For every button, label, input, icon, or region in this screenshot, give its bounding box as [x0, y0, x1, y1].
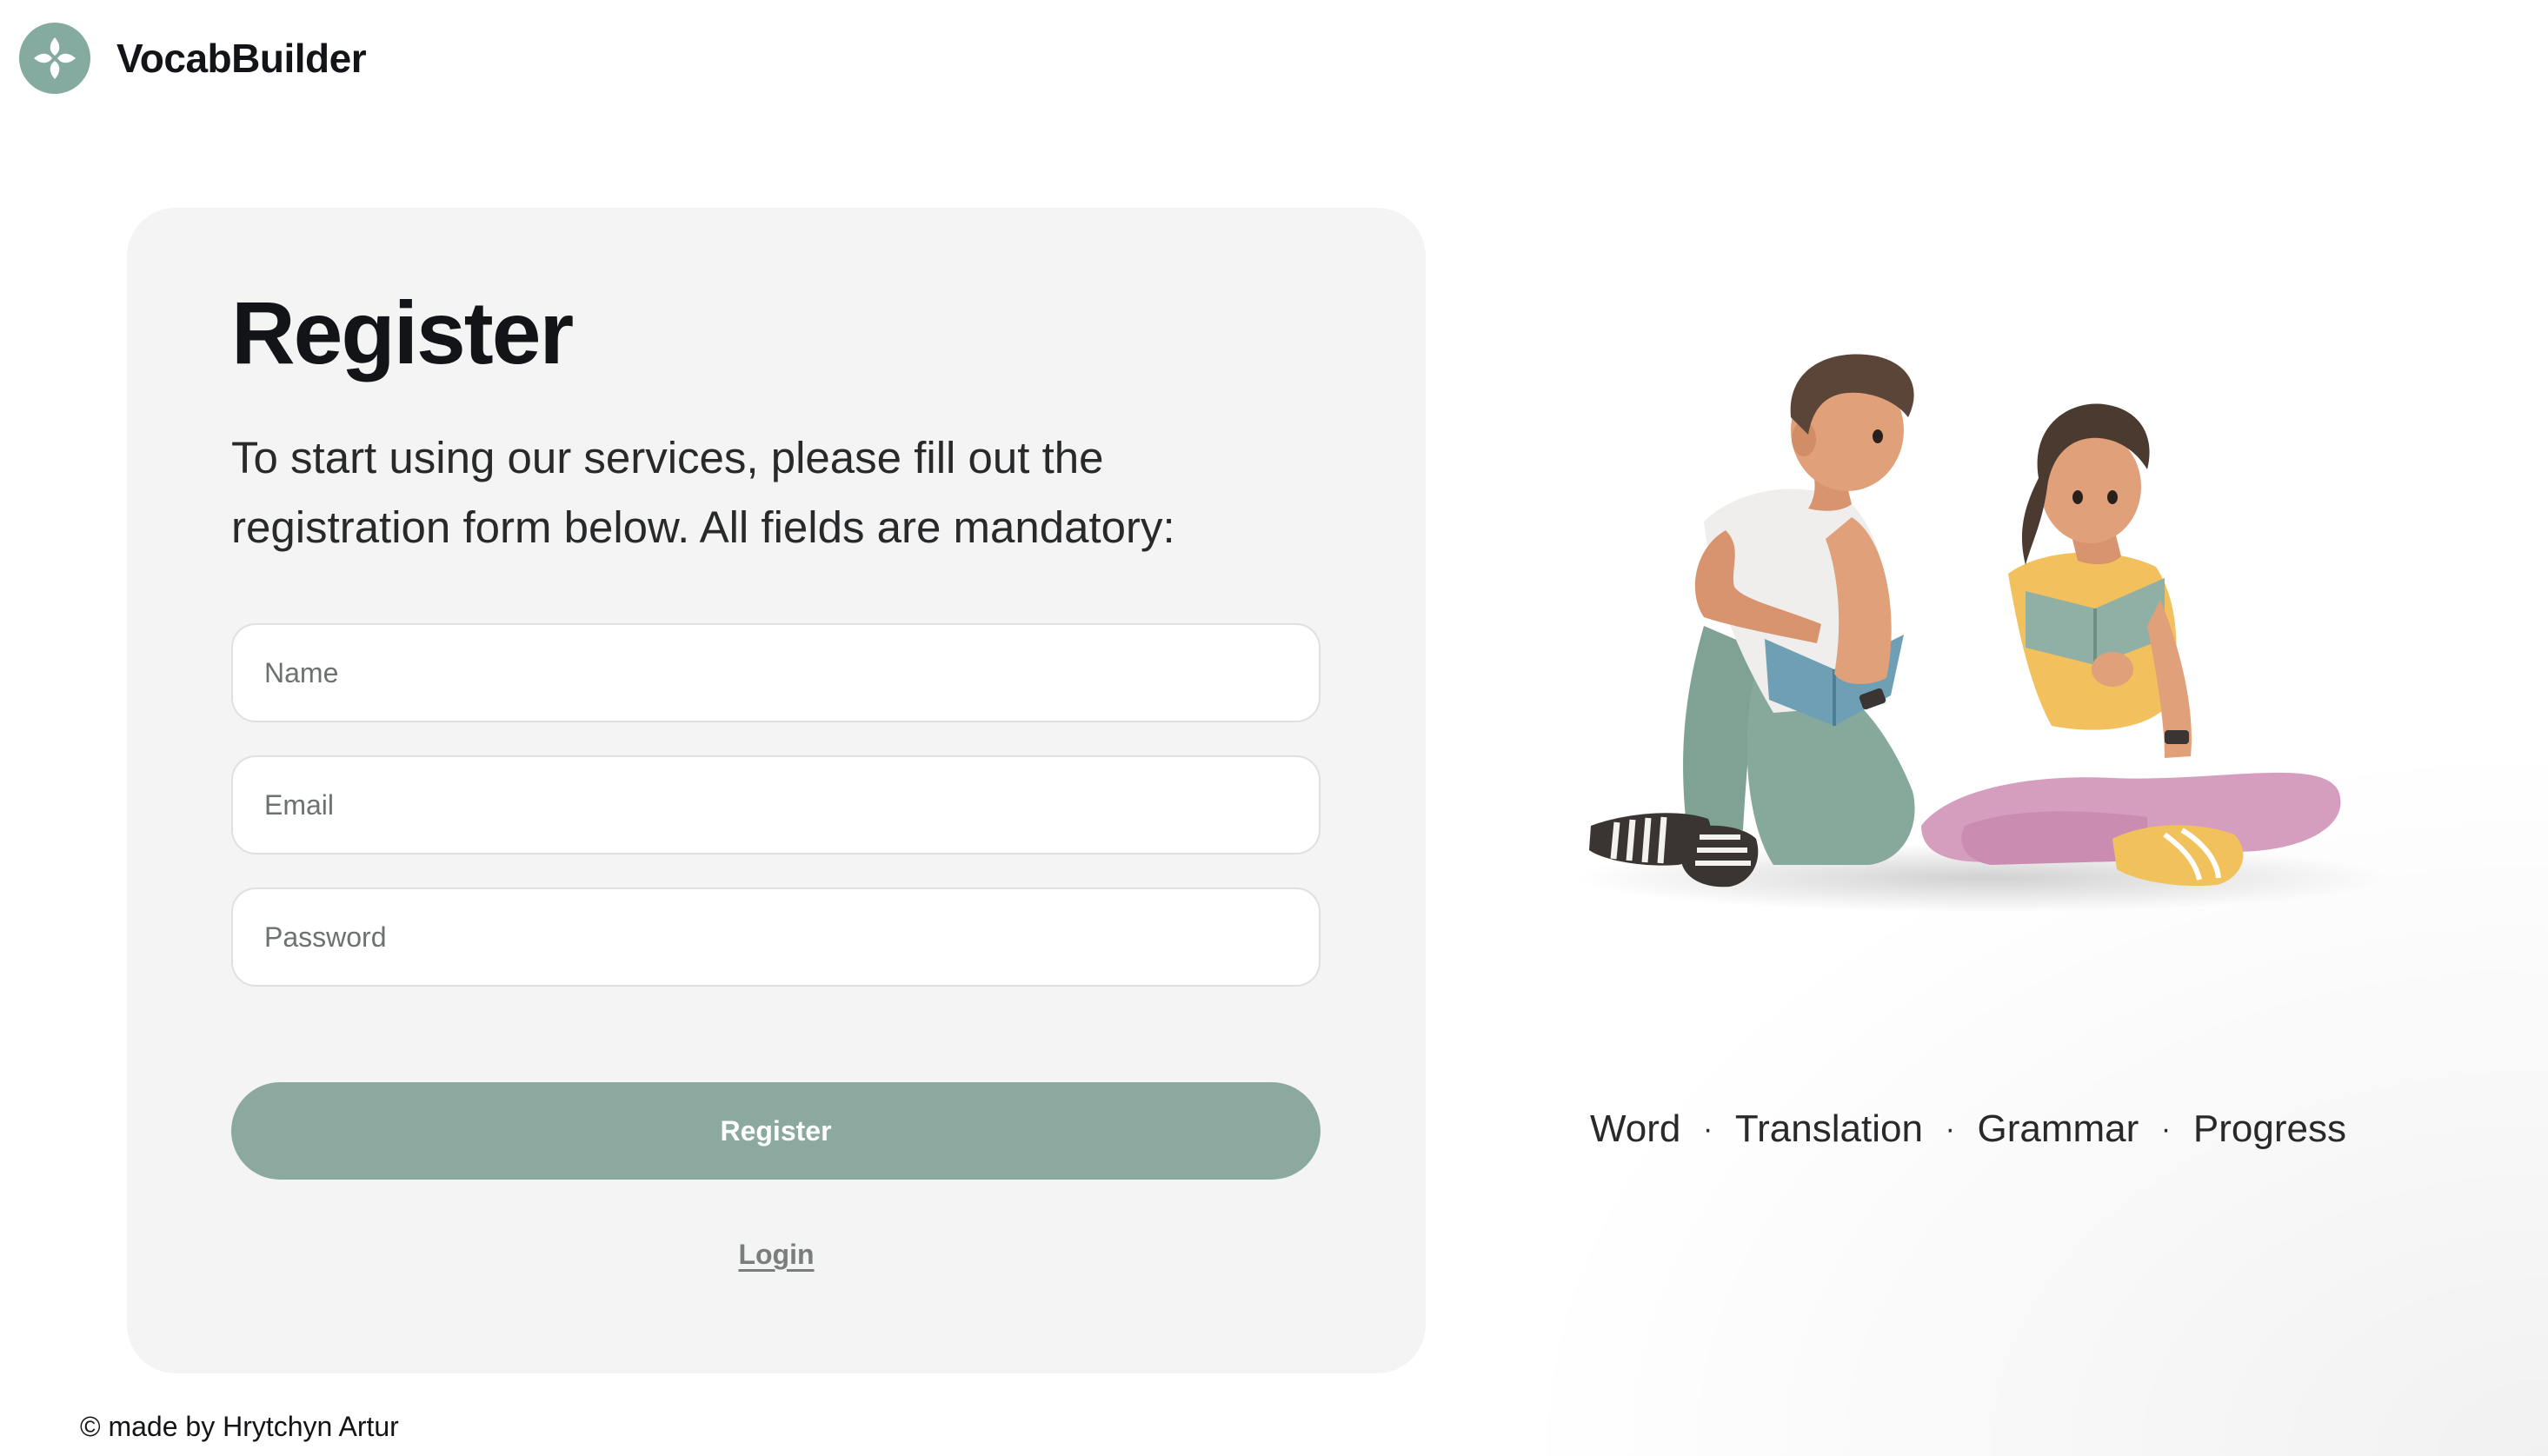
feature-separator: · — [2160, 1112, 2172, 1146]
girl-figure — [1921, 403, 2341, 887]
footer-credit: © made by Hrytchyn Artur — [80, 1411, 399, 1442]
boy-figure — [1589, 354, 1915, 888]
features-list: Word · Translation · Grammar · Progress — [1590, 1107, 2346, 1151]
feature-separator: · — [1702, 1112, 1713, 1146]
feature-separator: · — [1945, 1112, 1955, 1146]
two-people-reading-books-illustration — [1573, 354, 2391, 913]
form-description: To start using our services, please fill… — [231, 433, 1175, 552]
feature-translation: Translation — [1734, 1107, 1923, 1150]
name-input[interactable] — [231, 623, 1321, 722]
app-name[interactable]: VocabBuilder — [116, 35, 367, 82]
register-button[interactable]: Register — [231, 1082, 1321, 1180]
password-input[interactable] — [231, 888, 1321, 987]
login-link: Login — [127, 1239, 1426, 1271]
four-petal-logo-icon[interactable] — [19, 23, 90, 94]
email-input[interactable] — [231, 755, 1321, 854]
feature-grammar: Grammar — [1977, 1107, 2139, 1150]
feature-word: Word — [1590, 1107, 1681, 1150]
login-link-text[interactable]: Login — [738, 1239, 814, 1270]
app-header: VocabBuilder — [19, 23, 367, 94]
feature-progress: Progress — [2192, 1107, 2346, 1150]
page-title: Register — [231, 283, 574, 382]
register-card: Register To start using our services, pl… — [127, 208, 1426, 1373]
